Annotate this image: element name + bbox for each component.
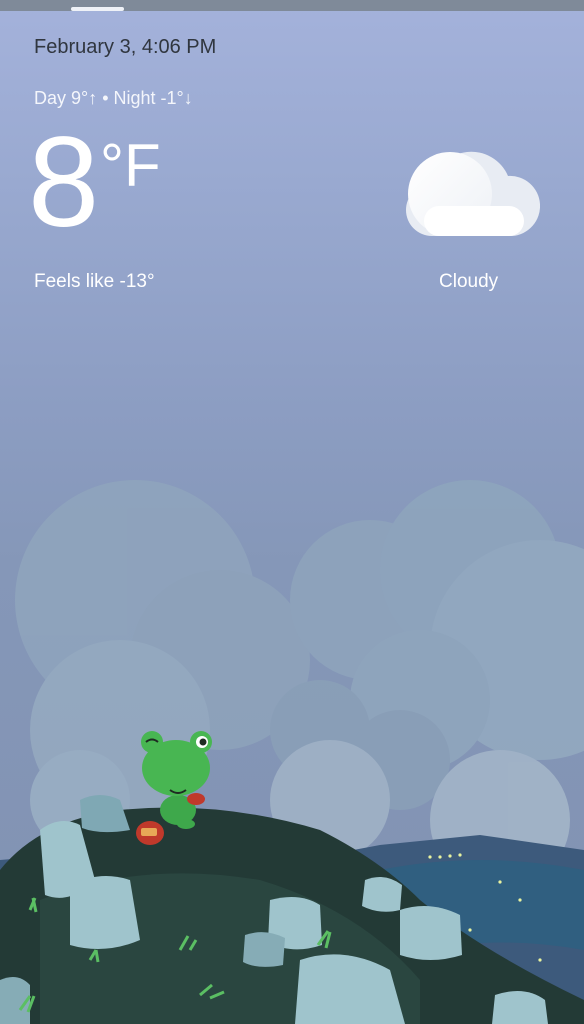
feels-like: Feels like -13° (34, 271, 155, 292)
current-temperature: 8 (28, 111, 99, 254)
temperature-unit: °F (100, 132, 161, 199)
date-time: February 3, 4:06 PM (34, 36, 217, 58)
drag-handle[interactable] (71, 7, 124, 11)
cloud-icon (406, 151, 540, 236)
weather-illustration (0, 480, 584, 1024)
condition-label: Cloudy (439, 271, 499, 292)
day-night-temps: Day 9°↑ • Night -1°↓ (34, 88, 193, 108)
